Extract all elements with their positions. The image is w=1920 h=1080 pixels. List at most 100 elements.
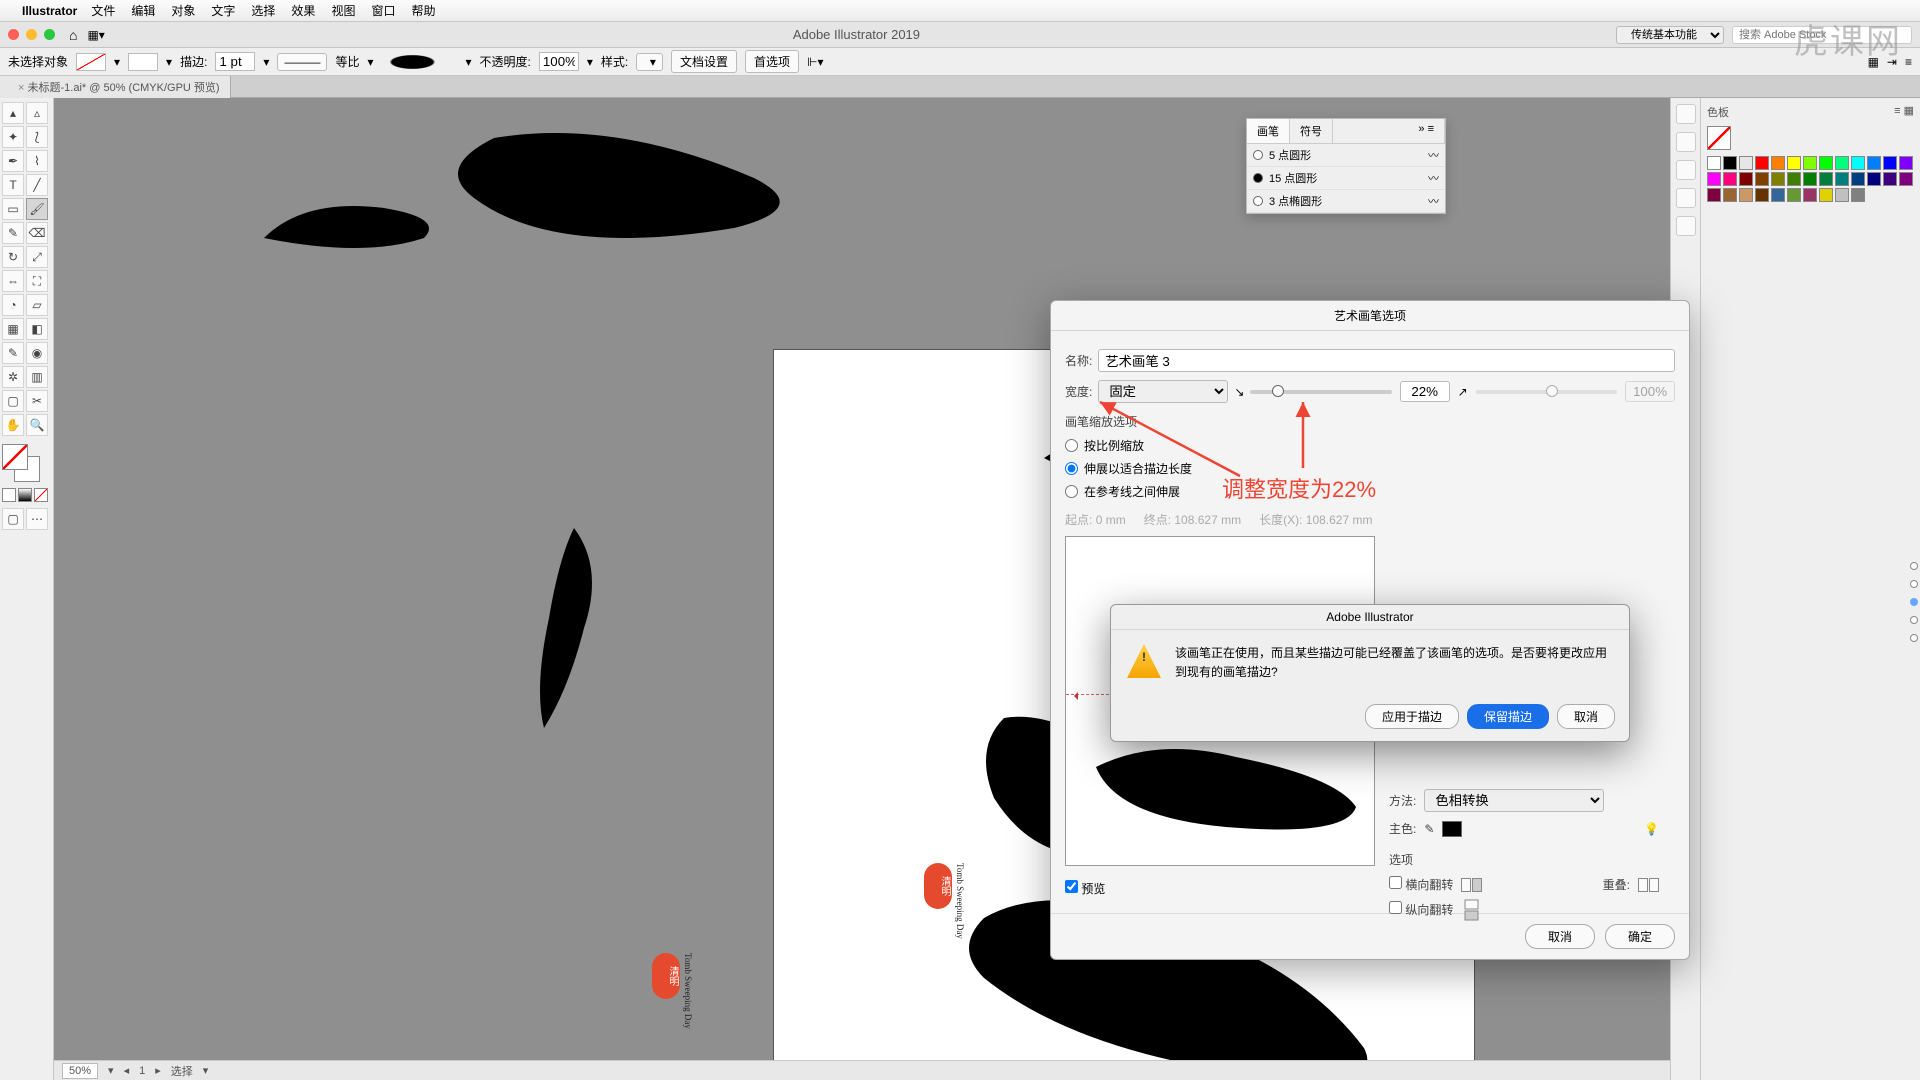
swatch[interactable] xyxy=(1771,172,1785,186)
brush-row[interactable]: 3 点椭圆形〰 xyxy=(1247,190,1445,213)
fill-swatch[interactable] xyxy=(76,53,106,71)
eraser-tool[interactable]: ⌫ xyxy=(26,222,48,244)
swatch[interactable] xyxy=(1899,172,1913,186)
width-slider[interactable] xyxy=(1250,390,1391,394)
stroke-weight-dd[interactable]: ▾ xyxy=(263,55,269,69)
free-transform-tool[interactable]: ⛶ xyxy=(26,270,48,292)
swatch[interactable] xyxy=(1707,156,1721,170)
scale-dd[interactable]: ▾ xyxy=(367,55,373,69)
swatch[interactable] xyxy=(1771,188,1785,202)
paintbrush-tool[interactable]: 🖌 xyxy=(26,198,48,220)
swatch[interactable] xyxy=(1787,172,1801,186)
swatch[interactable] xyxy=(1835,156,1849,170)
swatch[interactable] xyxy=(1803,188,1817,202)
magic-wand-tool[interactable]: ✦ xyxy=(2,126,24,148)
menu-edit[interactable]: 编辑 xyxy=(131,2,155,19)
curvature-tool[interactable]: ⌇ xyxy=(26,150,48,172)
width-profile-dd[interactable]: ——— xyxy=(277,53,327,71)
bullet[interactable] xyxy=(1910,634,1918,642)
line-tool[interactable]: ╱ xyxy=(26,174,48,196)
preview-checkbox[interactable]: 预览 xyxy=(1065,882,1105,896)
hand-tool[interactable]: ✋ xyxy=(2,414,24,436)
menu-view[interactable]: 视图 xyxy=(331,2,355,19)
perspective-tool[interactable]: ▱ xyxy=(26,294,48,316)
color-mode-fill[interactable] xyxy=(2,488,16,502)
brush-name-input[interactable] xyxy=(1098,349,1675,372)
list-view-icon[interactable]: ≡ xyxy=(1894,105,1900,117)
swatch[interactable] xyxy=(1819,156,1833,170)
prefs-button[interactable]: 首选项 xyxy=(745,50,799,73)
swatch[interactable] xyxy=(1739,172,1753,186)
swatch[interactable] xyxy=(1867,172,1881,186)
swatch[interactable] xyxy=(1787,156,1801,170)
mesh-tool[interactable]: ▦ xyxy=(2,318,24,340)
stroke-dd[interactable]: ▾ xyxy=(166,55,172,69)
tab-symbols[interactable]: 符号 xyxy=(1290,119,1333,143)
shape-builder-tool[interactable]: ◔ xyxy=(2,294,24,316)
bar-icon-3[interactable]: ≡ xyxy=(1905,55,1912,69)
scale-tool[interactable]: ⤢ xyxy=(26,246,48,268)
selection-tool[interactable]: ▴ xyxy=(2,102,24,124)
menu-type[interactable]: 文字 xyxy=(211,2,235,19)
radio-stretch[interactable] xyxy=(1065,462,1078,475)
stroke-swatch[interactable] xyxy=(128,53,158,71)
opacity-input[interactable] xyxy=(539,52,579,71)
color-mode-gradient[interactable] xyxy=(18,488,32,502)
shaper-tool[interactable]: ✎ xyxy=(2,222,24,244)
zoom-level[interactable]: 50% xyxy=(62,1063,98,1079)
apply-to-strokes-button[interactable]: 应用于描边 xyxy=(1365,704,1459,729)
workspace-select[interactable]: 传统基本功能 xyxy=(1616,26,1724,44)
screen-mode[interactable]: ▢ xyxy=(2,508,24,530)
brush-row[interactable]: 15 点圆形〰 xyxy=(1247,167,1445,190)
swatch[interactable] xyxy=(1803,172,1817,186)
panel-icon[interactable] xyxy=(1676,104,1696,124)
swatch[interactable] xyxy=(1787,188,1801,202)
blend-tool[interactable]: ◉ xyxy=(26,342,48,364)
flip-v-checkbox[interactable]: 纵向翻转 xyxy=(1389,901,1453,918)
keycolor-swatch[interactable] xyxy=(1442,821,1462,837)
close-tab-icon[interactable]: × xyxy=(18,82,24,94)
edit-toolbar[interactable]: ⋯ xyxy=(26,508,48,530)
fill-stroke-swatch[interactable] xyxy=(2,444,40,482)
style-dd[interactable]: ▾ xyxy=(636,53,663,71)
swatch[interactable] xyxy=(1755,188,1769,202)
brush-preview[interactable] xyxy=(382,53,458,71)
panel-icon[interactable] xyxy=(1676,188,1696,208)
swatch[interactable] xyxy=(1707,188,1721,202)
fill-dd[interactable]: ▾ xyxy=(114,55,120,69)
swatch[interactable] xyxy=(1723,172,1737,186)
type-tool[interactable]: T xyxy=(2,174,24,196)
menu-effect[interactable]: 效果 xyxy=(291,2,315,19)
app-name[interactable]: Illustrator xyxy=(22,4,77,18)
none-swatch[interactable] xyxy=(1707,126,1731,150)
swatch[interactable] xyxy=(1755,172,1769,186)
bullet[interactable] xyxy=(1910,598,1918,606)
home-icon[interactable]: ⌂ xyxy=(69,27,77,43)
panel-icon[interactable] xyxy=(1676,216,1696,236)
align-icon[interactable]: ⊩▾ xyxy=(807,55,823,69)
eyedropper-icon[interactable]: ✎ xyxy=(1424,822,1434,836)
panel-icon[interactable] xyxy=(1676,132,1696,152)
dialog-cancel-button[interactable]: 取消 xyxy=(1525,924,1595,949)
bullet[interactable] xyxy=(1910,616,1918,624)
swatch[interactable] xyxy=(1803,156,1817,170)
swatch[interactable] xyxy=(1819,172,1833,186)
close-icon[interactable] xyxy=(8,29,19,40)
method-select[interactable]: 色相转换 xyxy=(1424,789,1604,812)
alert-cancel-button[interactable]: 取消 xyxy=(1557,704,1615,729)
swatch[interactable] xyxy=(1723,156,1737,170)
swatch[interactable] xyxy=(1883,156,1897,170)
tab-brushes[interactable]: 画笔 xyxy=(1247,119,1290,143)
eyedropper-tool[interactable]: ✎ xyxy=(2,342,24,364)
menu-help[interactable]: 帮助 xyxy=(411,2,435,19)
rectangle-tool[interactable]: ▭ xyxy=(2,198,24,220)
width-pct-input[interactable] xyxy=(1400,381,1450,402)
opacity-dd[interactable]: ▾ xyxy=(587,55,593,69)
leave-strokes-button[interactable]: 保留描边 xyxy=(1467,704,1549,729)
brush-row[interactable]: 5 点圆形〰 xyxy=(1247,144,1445,167)
swatch[interactable] xyxy=(1723,188,1737,202)
zoom-icon[interactable] xyxy=(44,29,55,40)
menu-window[interactable]: 窗口 xyxy=(371,2,395,19)
swatch[interactable] xyxy=(1739,156,1753,170)
swatch[interactable] xyxy=(1707,172,1721,186)
